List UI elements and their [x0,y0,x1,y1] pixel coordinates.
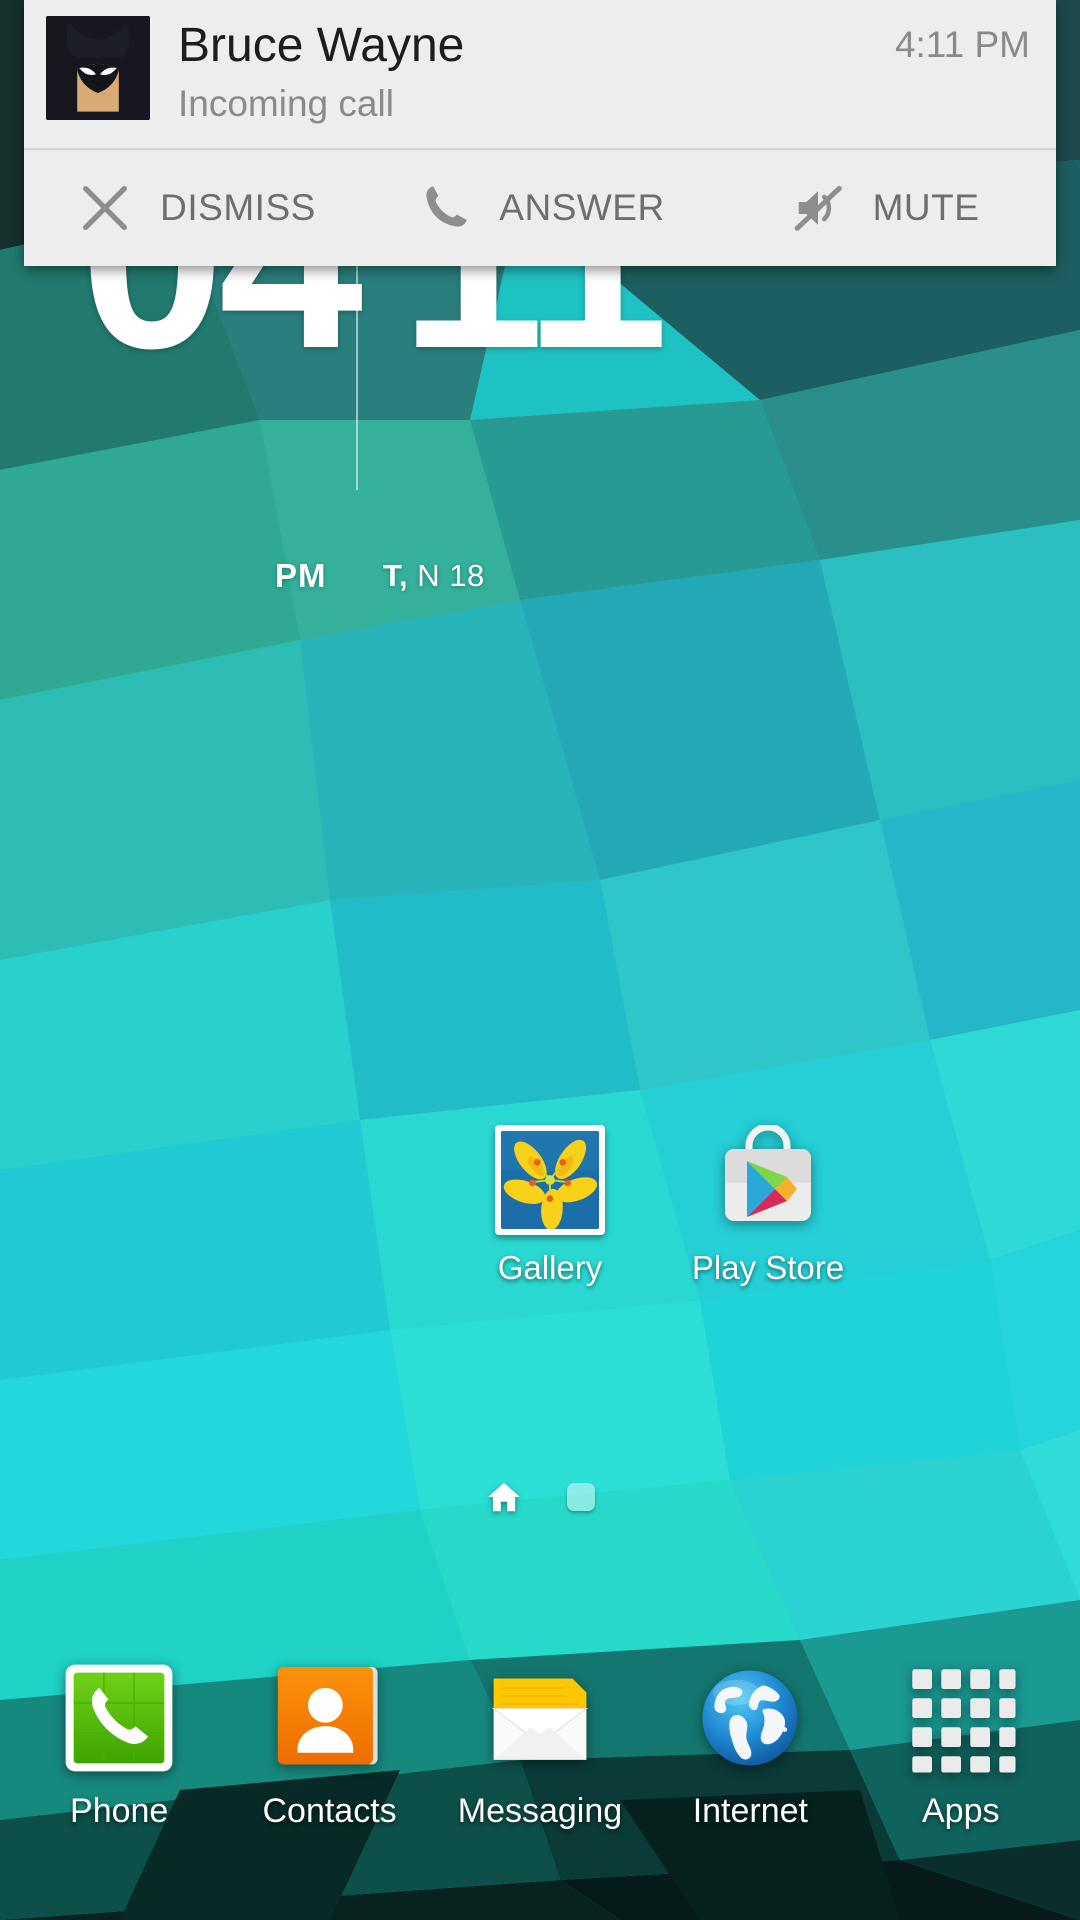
dismiss-button[interactable]: DISMISS [24,150,368,266]
dock-item-messaging[interactable]: Messaging [442,1660,638,1831]
dock-label-internet: Internet [692,1792,809,1830]
batman-avatar-icon [46,16,150,120]
gallery-flower-icon [495,1125,605,1235]
gallery-label: Gallery [497,1249,603,1286]
notification-header[interactable]: Bruce Wayne Incoming call 4:11 PM [24,0,1056,148]
dock-label-messaging: Messaging [457,1792,623,1830]
contacts-person-icon [272,1660,388,1776]
notification-sender: Bruce Wayne [178,19,465,72]
play-store-label: Play Store [691,1249,845,1286]
clock-date-weekday: T, [383,558,409,593]
mute-label: MUTE [872,187,980,228]
notification-actions: DISMISS ANSWER MUTE [24,150,1056,266]
dock-item-contacts[interactable]: Contacts [232,1660,428,1831]
dock-item-phone[interactable]: Phone [21,1660,217,1831]
dock-label-contacts: Contacts [262,1792,397,1830]
apps-grid-icon [903,1660,1019,1776]
internet-globe-icon [692,1660,808,1776]
clock-ampm: PM [275,557,327,594]
dock-item-apps[interactable]: Apps [863,1660,1059,1831]
dock-label-apps: Apps [922,1792,1000,1830]
home-app-play-store[interactable]: Play Store [668,1125,868,1287]
dock: Phone Contacts Messaging Internet Apps [0,1660,1080,1920]
clock-date: T, N 18 [383,558,485,594]
dock-item-internet[interactable]: Internet [652,1660,848,1831]
android-home-screen: 04 11 PM T, N 18 [0,0,1080,1920]
close-x-icon [76,179,134,237]
notification-time: 4:11 PM [894,24,1030,65]
messaging-envelope-icon [482,1660,598,1776]
mute-button[interactable]: MUTE [712,150,1056,266]
play-store-icon-box [713,1125,823,1235]
notification-status: Incoming call [178,83,394,125]
dock-label-phone: Phone [70,1792,169,1830]
notification-text-block: Bruce Wayne Incoming call [150,16,895,126]
gallery-icon-box [495,1125,605,1235]
page-dot-icon[interactable] [567,1483,595,1511]
home-page-icon[interactable] [485,1478,523,1516]
incoming-call-notification[interactable]: Bruce Wayne Incoming call 4:11 PM DISMIS… [24,0,1056,266]
answer-button[interactable]: ANSWER [368,150,712,266]
clock-date-rest: N 18 [417,558,485,593]
phone-dialer-icon [61,1660,177,1776]
phone-handset-icon [415,179,473,237]
speaker-muted-icon [789,179,847,237]
dismiss-label: DISMISS [160,187,316,228]
answer-label: ANSWER [499,187,665,228]
page-indicator [0,1478,1080,1516]
play-store-bag-icon [713,1125,823,1235]
home-app-gallery[interactable]: Gallery [450,1125,650,1287]
